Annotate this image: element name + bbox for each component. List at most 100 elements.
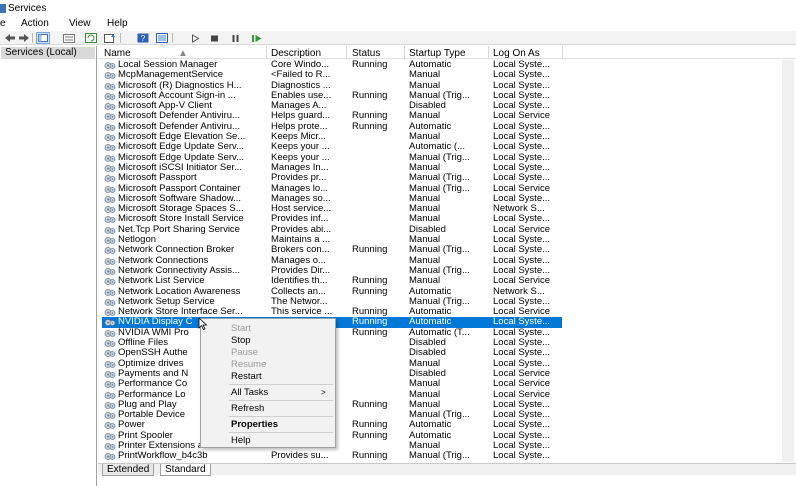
service-startup-type: Manual [409,193,441,204]
service-log-on-as: Local Syste... [493,338,551,349]
menu-item-help[interactable]: Help [231,435,251,446]
service-log-on-as: Local Syste... [493,152,551,163]
play-icon[interactable] [188,32,202,44]
service-row[interactable]: Network Setup Service The Networ... Manual… [98,297,796,307]
column-header: ▲ Name Description Status Startup Type L… [98,46,796,59]
menu-file[interactable]: e [0,18,6,29]
service-status: Running [352,286,388,297]
menu-view[interactable]: View [69,18,91,29]
service-row[interactable]: Microsoft Edge Update Serv... Keeps your … [98,142,796,152]
gear-icon [104,82,116,91]
service-log-on-as: Local Syste... [493,327,551,338]
service-row[interactable]: Microsoft Storage Spaces S... Host servic… [98,204,796,214]
refresh-icon[interactable] [84,32,98,44]
tree-node-services-local[interactable]: Services (Local) [1,47,95,59]
service-description: <Failed to R... [271,70,331,81]
service-row[interactable]: Microsoft iSCSI Initiator Ser... Manages … [98,163,796,173]
service-log-on-as: Local Syste... [493,317,551,328]
service-description: Enables use... [271,90,332,101]
console-icon[interactable] [36,32,50,44]
menu-item-resume[interactable]: Resume [231,359,266,370]
list-icon[interactable] [62,32,76,44]
service-row[interactable]: Microsoft Defender Antiviru... Helps prot… [98,122,796,132]
menu-item-properties[interactable]: Properties [231,419,278,430]
forward-icon[interactable] [17,32,31,44]
service-row[interactable]: Microsoft Edge Update Serv... Keeps your … [98,153,796,163]
service-row[interactable]: Network Connections Manages o... Manual Loc… [98,256,796,266]
service-status [352,441,404,451]
service-row[interactable]: Microsoft Account Sign-in ... Enables use… [98,91,796,101]
tab-standard[interactable]: Standard [160,464,211,476]
service-row[interactable]: Microsoft Store Install Service Provides … [98,214,796,224]
service-row[interactable]: Microsoft Passport Container Manages lo..… [98,184,796,194]
service-row[interactable]: Microsoft Defender Antiviru... Helps guar… [98,111,796,121]
service-row[interactable]: McpManagementService <Failed to R... Manua… [98,70,796,80]
menu-item-start[interactable]: Start [231,323,251,334]
tab-extended[interactable]: Extended [102,464,155,476]
service-description: Helps guard... [271,111,331,122]
service-name: Microsoft Storage Spaces S... [118,204,244,215]
service-status [352,297,404,307]
service-row[interactable]: Microsoft Passport Provides pr... Manual (… [98,173,796,183]
service-status: Running [352,399,388,410]
properties-icon[interactable] [155,32,169,44]
service-row[interactable]: PrintWorkflow_b4c3b Provides su... Running… [98,451,796,461]
service-row[interactable]: Netlogon Maintains a ... Manual Local Syste… [98,235,796,245]
gear-icon [104,318,116,327]
service-log-on-as: Local Syste... [493,193,551,204]
export-icon[interactable] [103,32,117,44]
column-status[interactable]: Status [352,48,380,59]
service-row[interactable]: Network Store Interface Ser... This servi… [98,307,796,317]
service-row[interactable]: Network Connectivity Assis... Provides Di… [98,266,796,276]
gear-icon [104,442,116,451]
service-status: Running [352,317,388,328]
gear-icon [104,411,116,420]
service-row[interactable]: Microsoft Software Shadow... Manages so..… [98,194,796,204]
service-startup-type: Automatic [409,307,452,318]
service-row[interactable]: Network List Service Identifies th... Runn… [98,276,796,286]
service-row[interactable]: Microsoft (R) Diagnostics H... Diagnostic… [98,81,796,91]
pause-icon[interactable] [228,32,242,44]
gear-icon [104,391,116,400]
menu-action[interactable]: Action [21,18,49,29]
service-row[interactable]: Microsoft Edge Elevation Se... Keeps Micr… [98,132,796,142]
menu-item-all-tasks[interactable]: All Tasks [231,387,268,398]
service-row[interactable]: Microsoft App-V Client Manages A... Disabl… [98,101,796,111]
service-row[interactable]: Network Connection Broker Brokers con... R… [98,245,796,255]
service-name: McpManagementService [118,70,224,81]
help-icon[interactable]: ? [136,32,150,44]
back-icon[interactable] [3,32,17,44]
gear-icon [104,123,116,132]
service-row[interactable]: Network Location Awareness Collects an...… [98,287,796,297]
restart-icon[interactable] [250,32,264,44]
service-description: The Networ... [271,296,328,307]
menu-help[interactable]: Help [107,18,128,29]
service-name: Network Store Interface Ser... [118,307,243,318]
service-status: Running [352,111,388,122]
service-startup-type: Manual [409,111,441,122]
menu-item-restart[interactable]: Restart [231,371,262,382]
service-log-on-as: Local Syste... [493,60,551,70]
menu-item-refresh[interactable]: Refresh [231,403,264,414]
column-description[interactable]: Description [271,48,321,59]
service-log-on-as: Local Syste... [493,142,551,153]
service-name: Net.Tcp Port Sharing Service [118,224,240,235]
service-description: Manages so... [271,193,331,204]
service-description: Diagnostics ... [271,80,331,91]
vertical-scrollbar[interactable] [782,60,794,462]
gear-icon [104,277,116,286]
service-name: Microsoft Defender Antiviru... [118,121,240,132]
service-row[interactable]: Local Session Manager Core Windo... Runnin… [98,60,796,70]
column-startup-type[interactable]: Startup Type [409,48,466,59]
stop-icon[interactable] [207,32,221,44]
service-log-on-as: Local Service [493,111,551,122]
menu-item-stop[interactable]: Stop [231,335,251,346]
column-name[interactable]: Name [104,48,131,59]
menu-item-pause[interactable]: Pause [231,347,258,358]
column-log-on-as[interactable]: Log On As [493,48,540,59]
service-startup-type: Disabled [409,348,446,359]
service-row[interactable]: Net.Tcp Port Sharing Service Provides abi… [98,225,796,235]
service-status: Running [352,430,388,441]
service-status: Running [352,276,388,287]
service-status [352,184,404,194]
